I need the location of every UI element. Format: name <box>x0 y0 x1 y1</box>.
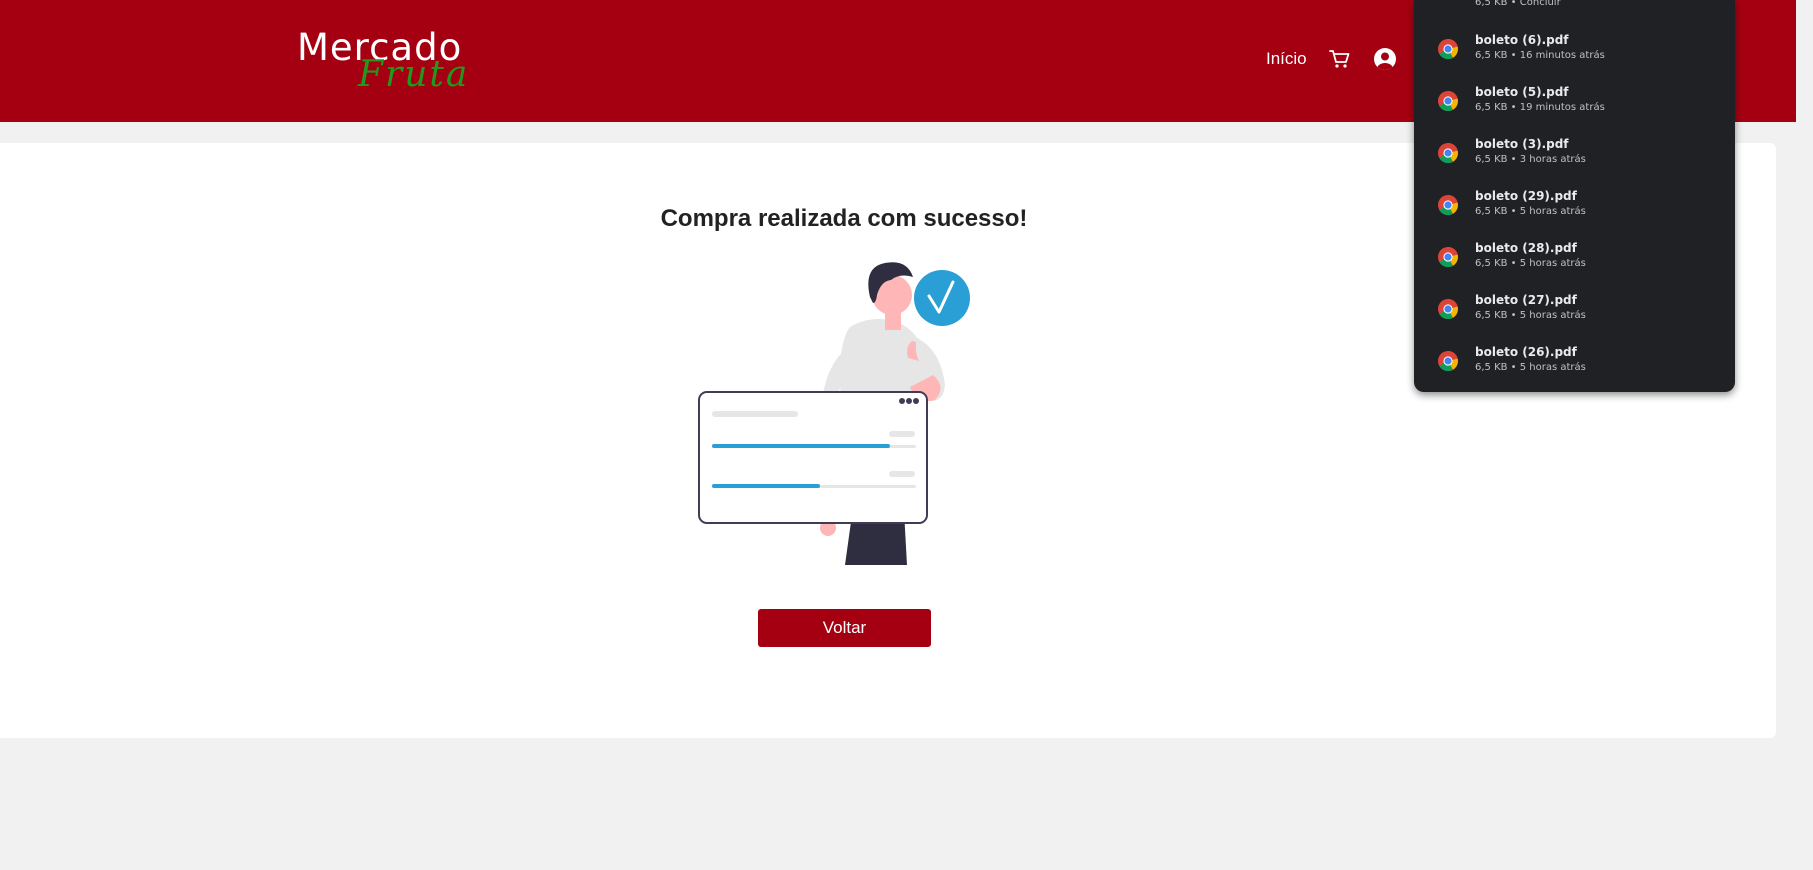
download-file-meta: 6,5 KB • 19 minutos atrás <box>1475 102 1605 113</box>
download-file-name: boleto (28).pdf <box>1475 241 1577 255</box>
nav-home-link[interactable]: Início <box>1266 49 1307 69</box>
download-item[interactable]: boleto (27).pdf 6,5 KB • 5 horas atrás <box>1414 290 1735 342</box>
chrome-icon <box>1437 350 1459 372</box>
download-file-name: boleto (29).pdf <box>1475 189 1577 203</box>
download-item[interactable]: boleto (5).pdf 6,5 KB • 19 minutos atrás <box>1414 82 1735 134</box>
chrome-icon <box>1437 298 1459 320</box>
download-item-partial-meta: 6,5 KB • Concluir <box>1475 0 1561 8</box>
download-item[interactable]: boleto (29).pdf 6,5 KB • 5 horas atrás <box>1414 186 1735 238</box>
download-file-name: boleto (6).pdf <box>1475 33 1569 47</box>
download-item[interactable]: boleto (3).pdf 6,5 KB • 3 horas atrás <box>1414 134 1735 186</box>
download-file-meta: 6,5 KB • 5 horas atrás <box>1475 362 1586 373</box>
downloads-panel: 6,5 KB • Concluir boleto (6).pdf 6,5 KB •… <box>1414 0 1735 392</box>
download-file-meta: 6,5 KB • 5 horas atrás <box>1475 206 1586 217</box>
chrome-icon <box>1437 142 1459 164</box>
main-nav: Início <box>1266 44 1397 74</box>
back-button[interactable]: Voltar <box>758 609 931 647</box>
download-file-meta: 6,5 KB • 5 horas atrás <box>1475 310 1586 321</box>
chrome-icon <box>1437 90 1459 112</box>
success-illustration <box>695 255 995 570</box>
download-file-name: boleto (27).pdf <box>1475 293 1577 307</box>
download-file-meta: 6,5 KB • 16 minutos atrás <box>1475 50 1605 61</box>
download-file-meta: 6,5 KB • 3 horas atrás <box>1475 154 1586 165</box>
logo-sub-text: Fruta <box>358 54 470 95</box>
download-item[interactable]: boleto (26).pdf 6,5 KB • 5 horas atrás <box>1414 342 1735 392</box>
chrome-icon <box>1437 194 1459 216</box>
chrome-icon <box>1437 38 1459 60</box>
logo[interactable]: Mercado Fruta <box>297 26 497 96</box>
page-scrollbar[interactable] <box>1796 0 1813 870</box>
download-item[interactable]: boleto (6).pdf 6,5 KB • 16 minutos atrás <box>1414 30 1735 82</box>
download-file-name: boleto (3).pdf <box>1475 137 1569 151</box>
download-file-name: boleto (26).pdf <box>1475 345 1577 359</box>
user-circle-icon[interactable] <box>1373 47 1397 71</box>
download-file-name: boleto (5).pdf <box>1475 85 1569 99</box>
download-file-meta: 6,5 KB • 5 horas atrás <box>1475 258 1586 269</box>
chrome-icon <box>1437 246 1459 268</box>
cart-icon[interactable] <box>1328 49 1351 69</box>
download-item[interactable]: boleto (28).pdf 6,5 KB • 5 horas atrás <box>1414 238 1735 290</box>
